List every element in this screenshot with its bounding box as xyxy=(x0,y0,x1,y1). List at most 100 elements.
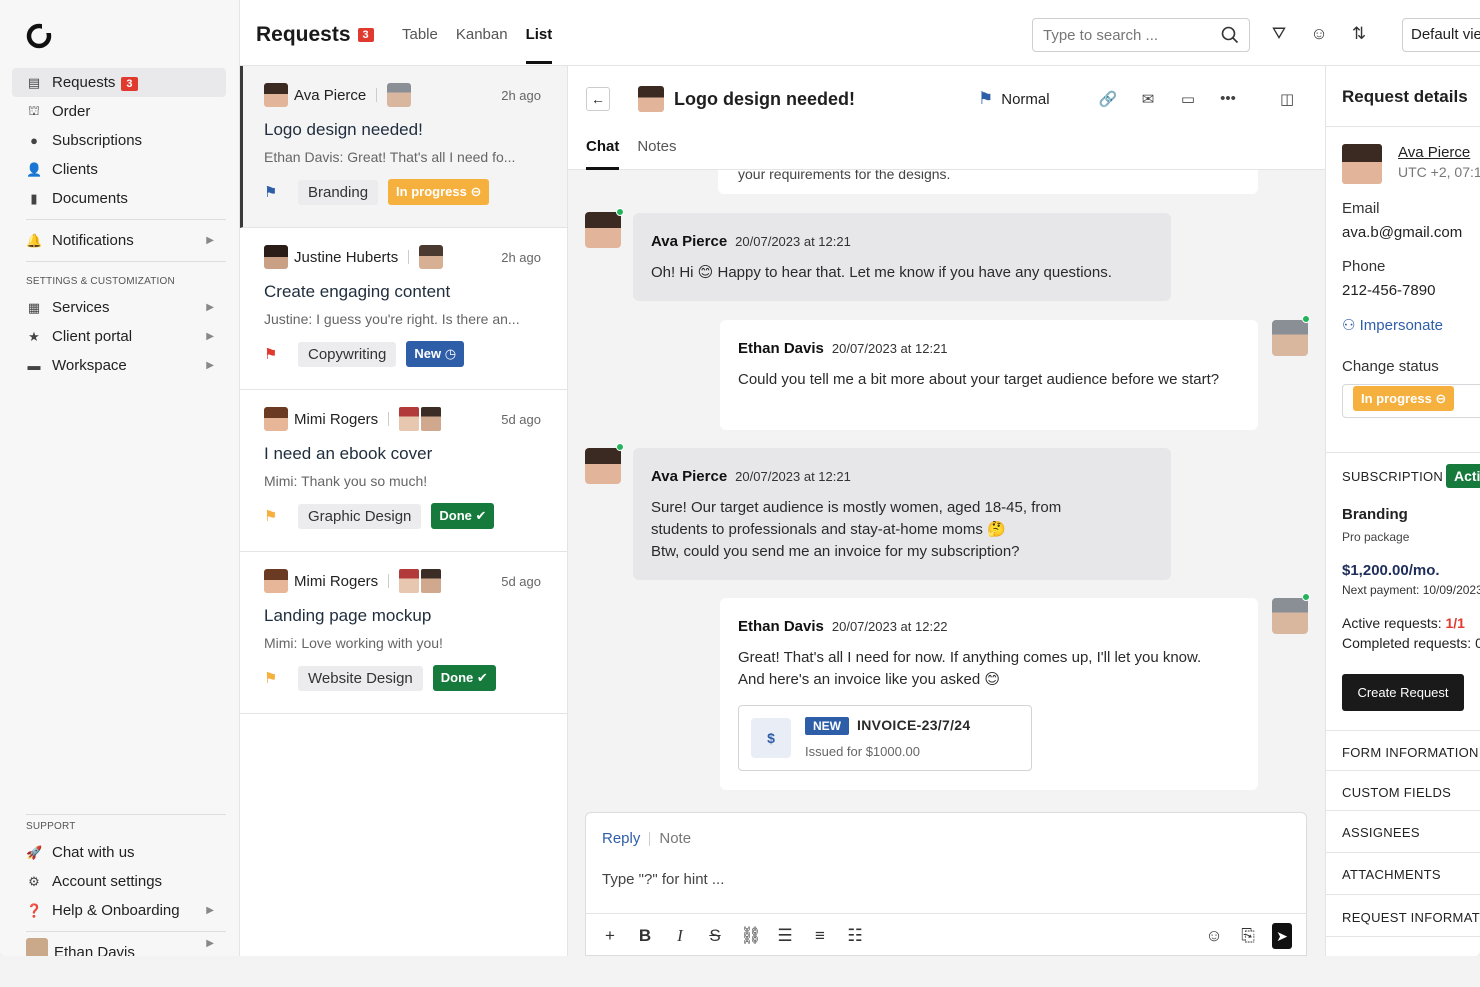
tab-notes[interactable]: Notes xyxy=(637,138,676,155)
strikethrough-icon[interactable]: S xyxy=(705,926,725,946)
sort-icon[interactable]: ⇅ xyxy=(1348,24,1370,44)
sidebar-item-label: Help & Onboarding xyxy=(52,902,180,919)
client-info: Ava Pierce UTC +2, 07:16 xyxy=(1342,144,1480,184)
impersonate-link[interactable]: ⚇ Impersonate xyxy=(1342,316,1443,334)
sidebar-item-requests[interactable]: ▤ Requests 3 xyxy=(12,68,226,97)
status-select[interactable]: In progress ⊖ xyxy=(1342,384,1480,418)
back-arrow-icon[interactable]: ← xyxy=(586,87,610,111)
more-icon[interactable]: ••• xyxy=(1218,90,1238,108)
list-item[interactable]: Ava Pierce 2h ago Logo design needed! Et… xyxy=(240,66,567,228)
request-time: 2h ago xyxy=(501,249,541,265)
online-indicator xyxy=(1302,593,1310,601)
flag-icon: ⚑ xyxy=(264,184,278,201)
sidebar-item-order[interactable]: ⛫ Order xyxy=(12,97,226,126)
divider xyxy=(1326,770,1480,771)
dollar-icon: ● xyxy=(30,133,38,148)
requests-count-badge: 3 xyxy=(121,77,138,91)
bullet-list-icon[interactable]: ☰ xyxy=(775,926,795,946)
change-status-label: Change status xyxy=(1342,358,1439,375)
user-name: Ethan Davis xyxy=(54,944,135,956)
tab-note[interactable]: Note xyxy=(659,830,691,847)
link-icon[interactable]: ⛓ xyxy=(740,926,762,946)
client-name-link[interactable]: Ava Pierce xyxy=(1398,144,1480,161)
numbered-list-icon[interactable]: ≡ xyxy=(810,926,830,946)
flag-icon: ⚑ xyxy=(978,89,994,108)
sidebar-item-notifications[interactable]: 🔔 Notifications ▶ xyxy=(12,226,226,255)
status-label: Done xyxy=(439,508,472,523)
category-tag: Branding xyxy=(298,179,379,205)
mail-icon[interactable]: ✉ xyxy=(1138,90,1158,108)
sidebar-item-label: Chat with us xyxy=(52,844,135,861)
invoice-attachment[interactable]: $ NEW INVOICE-23/7/24 Issued for $1000.00 xyxy=(738,705,1032,771)
invoice-subtitle: Issued for $1000.00 xyxy=(805,743,920,759)
page-title-badge: 3 xyxy=(357,28,374,42)
requests-icon: ▤ xyxy=(27,74,41,90)
invoice-icon: $ xyxy=(751,718,791,758)
sidebar-item-subscriptions[interactable]: ● Subscriptions xyxy=(12,126,226,155)
bold-icon[interactable]: B xyxy=(635,926,655,946)
user-filter-icon[interactable]: ☺ xyxy=(1308,24,1330,44)
italic-icon[interactable]: I xyxy=(670,926,690,946)
message-bubble: Ava Pierce 20/07/2023 at 12:21 Sure! Our … xyxy=(633,448,1171,580)
status-badge: In progress ⊖ xyxy=(1353,386,1455,411)
section-request-information[interactable]: REQUEST INFORMATION xyxy=(1342,910,1480,925)
create-request-button[interactable]: Create Request xyxy=(1342,674,1464,711)
checklist-icon[interactable]: ☷ xyxy=(845,926,865,946)
sidebar-item-workspace[interactable]: ▬ Workspace ▶ xyxy=(12,351,226,380)
category-tag: Copywriting xyxy=(298,341,397,367)
view-tabs: Table Kanban List xyxy=(402,26,552,64)
sidebar-item-clients[interactable]: 👤 Clients xyxy=(12,155,226,184)
sidebar-item-help[interactable]: ❓ Help & Onboarding ▶ xyxy=(12,896,226,925)
sidebar-item-documents[interactable]: ▮ Documents xyxy=(12,184,226,213)
user-menu[interactable]: Ethan Davis ▶ xyxy=(12,938,226,956)
tab-list[interactable]: List xyxy=(525,26,552,64)
attachment-icon[interactable]: ⎘ xyxy=(1238,926,1258,946)
list-item[interactable]: Mimi Rogers 5d ago Landing page mockup M… xyxy=(240,552,567,714)
sidebar-item-label: Clients xyxy=(52,161,98,178)
section-custom-fields[interactable]: CUSTOM FIELDS xyxy=(1342,785,1451,800)
filter-icon[interactable]: ⛛ xyxy=(1268,24,1290,44)
support-section-title: SUPPORT xyxy=(26,821,76,832)
priority-select[interactable]: ⚑ Normal xyxy=(978,89,1050,109)
plus-icon[interactable]: + xyxy=(600,926,620,946)
sidebar-item-services[interactable]: ▦ Services ▶ xyxy=(12,293,226,322)
online-indicator xyxy=(616,443,624,451)
request-title: Landing page mockup xyxy=(264,606,432,625)
client-name: Mimi Rogers xyxy=(294,410,379,428)
default-view-select[interactable]: Default view xyxy=(1402,18,1480,52)
section-assignees[interactable]: ASSIGNEES xyxy=(1342,825,1420,840)
toolbar-icons: ⛛ ☺ ⇅ xyxy=(1268,24,1370,44)
sidebar-item-account-settings[interactable]: ⚙ Account settings xyxy=(12,867,226,896)
sidebar-item-label: Requests xyxy=(52,74,116,91)
completed-requests: Completed requests: 0 xyxy=(1342,635,1480,651)
tab-reply[interactable]: Reply xyxy=(602,830,640,847)
sidebar-item-label: Subscriptions xyxy=(52,132,143,149)
sidebar-item-client-portal[interactable]: ★ Client portal ▶ xyxy=(12,322,226,351)
logo-icon[interactable] xyxy=(25,22,53,50)
link-icon[interactable]: 🔗 xyxy=(1098,90,1118,108)
section-form-information[interactable]: FORM INFORMATION xyxy=(1342,745,1479,760)
tab-chat[interactable]: Chat xyxy=(586,138,620,170)
archive-icon[interactable]: ▭ xyxy=(1178,90,1198,108)
tab-kanban[interactable]: Kanban xyxy=(456,26,508,43)
client-name: Justine Huberts xyxy=(294,248,399,266)
avatar xyxy=(421,569,442,593)
panel-toggle-icon[interactable]: ◫ xyxy=(1280,90,1294,108)
section-attachments[interactable]: ATTACHMENTS xyxy=(1342,867,1441,882)
message-bubble: Ethan Davis 20/07/2023 at 12:22 Great! Th… xyxy=(720,598,1258,790)
message-text: Oh! Hi 😊 Happy to hear that. Let me know… xyxy=(651,264,1112,281)
list-item[interactable]: Justine Huberts 2h ago Create engaging c… xyxy=(240,228,567,390)
divider xyxy=(376,88,378,102)
search-input[interactable]: Type to search ... xyxy=(1032,18,1250,52)
avatar xyxy=(585,448,621,484)
list-item[interactable]: Mimi Rogers 5d ago I need an ebook cover… xyxy=(240,390,567,552)
send-icon[interactable]: ➤ xyxy=(1272,922,1292,949)
sidebar-item-chat-with-us[interactable]: 🚀 Chat with us xyxy=(12,838,226,867)
message-input[interactable]: Type "?" for hint ... xyxy=(602,871,724,888)
chevron-right-icon: ▶ xyxy=(206,302,214,313)
emoji-icon[interactable]: ☺ xyxy=(1204,926,1224,946)
sidebar: ▤ Requests 3 ⛫ Order ● Subscriptions 👤 Cl… xyxy=(0,0,240,956)
divider xyxy=(408,250,410,264)
tab-table[interactable]: Table xyxy=(402,26,438,43)
request-time: 2h ago xyxy=(501,87,541,103)
